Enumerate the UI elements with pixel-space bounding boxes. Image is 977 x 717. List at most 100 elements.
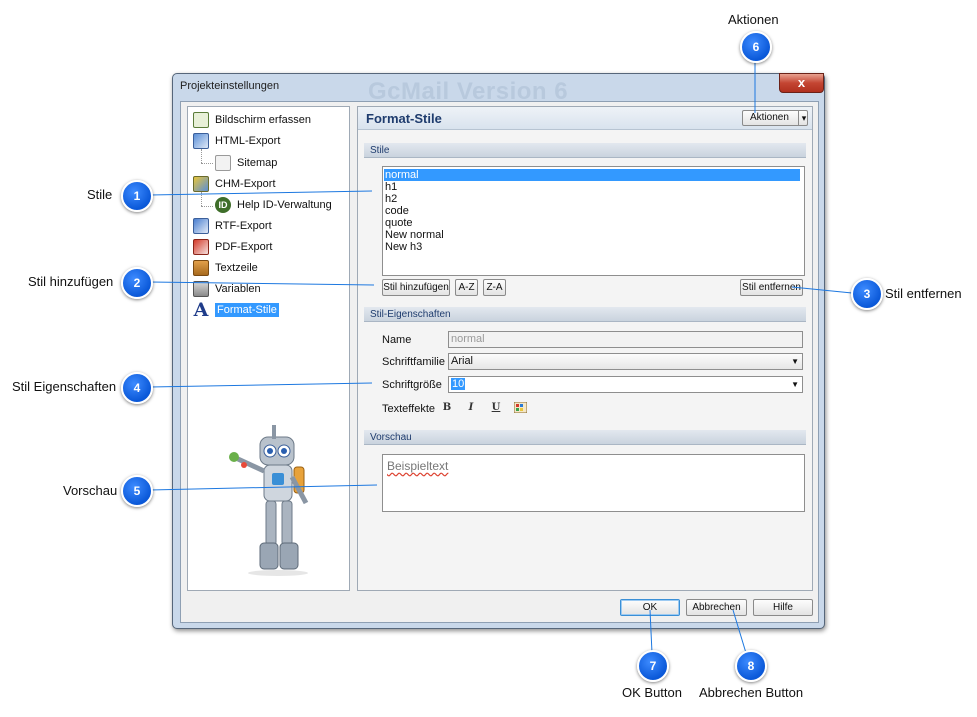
style-list-item[interactable]: New h3: [385, 241, 422, 253]
close-icon: x: [797, 75, 806, 90]
tree-item-label: Textzeile: [215, 262, 258, 274]
style-list-item[interactable]: h1: [385, 181, 397, 193]
remove-style-button[interactable]: Stil entfernen: [740, 279, 803, 296]
robot-mascot-image: [229, 425, 309, 576]
settings-tree: Bildschirm erfassen HTML-Export Sitemap …: [187, 106, 350, 591]
preview-box: Beispieltext: [382, 454, 805, 512]
dialog-title: Projekteinstellungen: [180, 80, 280, 92]
chevron-down-icon: ▾: [798, 111, 809, 125]
font-size-combobox[interactable]: 10 ▼: [448, 376, 803, 393]
actions-label: Aktionen: [750, 112, 789, 123]
close-button[interactable]: x: [779, 73, 824, 93]
tree-item-label: Variablen: [215, 283, 261, 295]
annotation-label-stile: Stile: [87, 187, 113, 202]
callout-3: 3: [851, 278, 883, 310]
rtf-export-icon: [193, 218, 209, 234]
annotation-label-vorschau: Vorschau: [63, 483, 118, 498]
text-effects-label: Texteffekte: [382, 403, 435, 415]
callout-2: 2: [121, 267, 153, 299]
chm-export-icon: [193, 176, 209, 192]
callout-8: 8: [735, 650, 767, 682]
actions-dropdown-button[interactable]: Aktionen ▾: [742, 110, 808, 126]
name-label: Name: [382, 334, 412, 346]
tree-item-label: HTML-Export: [215, 135, 281, 147]
tree-connector: [201, 192, 202, 206]
font-family-select[interactable]: Arial ▼: [448, 353, 803, 370]
textzeile-icon: [193, 260, 209, 276]
variablen-icon: [193, 281, 209, 297]
panel-title: Format-Stile: [366, 111, 442, 126]
sort-za-button[interactable]: Z-A: [483, 279, 506, 296]
preview-text: Beispieltext: [387, 459, 449, 473]
annotation-label-aktionen: Aktionen: [728, 12, 779, 27]
italic-icon[interactable]: I: [464, 401, 478, 415]
style-list-item[interactable]: h2: [385, 193, 397, 205]
help-button[interactable]: Hilfe: [753, 599, 813, 616]
style-list-item[interactable]: code: [385, 205, 409, 217]
help-id-icon: ID: [215, 197, 231, 213]
annotation-label-stil-eigenschaften: Stil Eigenschaften: [12, 379, 117, 394]
section-vorschau: Vorschau: [364, 430, 806, 445]
font-size-value: 10: [451, 378, 466, 390]
cancel-button[interactable]: Abbrechen: [686, 599, 747, 616]
underline-icon[interactable]: U: [489, 401, 503, 415]
tree-item-pdf-export[interactable]: PDF-Export: [193, 238, 272, 256]
annotation-label-stil-hinzufuegen: Stil hinzufügen: [28, 274, 114, 289]
annotation-label-stil-entfernen: Stil entfernen: [885, 286, 962, 301]
name-field: normal: [448, 331, 803, 348]
title-bar[interactable]: GcMail Version 6 Projekteinstellungen x: [173, 73, 824, 102]
sitemap-icon: [215, 155, 231, 171]
callout-6: 6: [740, 31, 772, 63]
annotation-label-ok-button: OK Button: [622, 685, 682, 700]
callout-4: 4: [121, 372, 153, 404]
callout-7: 7: [637, 650, 669, 682]
background-ghost-text: GcMail Version 6: [368, 78, 569, 102]
tree-item-label: Sitemap: [237, 157, 278, 169]
tree-item-label: Help ID-Verwaltung: [237, 199, 332, 211]
tree-item-chm-export[interactable]: CHM-Export: [193, 175, 276, 193]
tree-item-rtf-export[interactable]: RTF-Export: [193, 217, 272, 235]
tree-connector: [201, 163, 213, 164]
tree-item-label: Format-Stile: [215, 303, 279, 317]
callout-1: 1: [121, 180, 153, 212]
styles-listbox[interactable]: normal h1 h2 code quote New normal New h…: [382, 166, 805, 276]
tree-item-label: Bildschirm erfassen: [215, 114, 311, 126]
tree-item-label: CHM-Export: [215, 178, 276, 190]
tree-item-label: RTF-Export: [215, 220, 272, 232]
section-stil-eigenschaften: Stil-Eigenschaften: [364, 307, 806, 322]
annotation-label-abbrechen-button: Abbrechen Button: [699, 685, 804, 700]
tree-item-variablen[interactable]: Variablen: [193, 280, 261, 298]
style-list-item[interactable]: New normal: [385, 229, 444, 241]
capture-icon: [193, 112, 209, 128]
ok-button[interactable]: OK: [620, 599, 680, 616]
style-list-item[interactable]: normal: [384, 169, 800, 181]
font-family-label: Schriftfamilie: [382, 356, 445, 368]
html-export-icon: [193, 133, 209, 149]
panel-header: Format-Stile Aktionen ▾: [358, 107, 812, 130]
project-settings-dialog: GcMail Version 6 Projekteinstellungen x …: [172, 73, 825, 629]
bold-icon[interactable]: B: [440, 401, 454, 415]
format-stile-icon: A: [193, 299, 209, 321]
tree-connector: [201, 149, 202, 163]
tree-item-format-stile[interactable]: A Format-Stile: [193, 299, 279, 321]
tree-connector: [201, 206, 213, 207]
pdf-export-icon: [193, 239, 209, 255]
dropdown-arrow-icon: ▼: [791, 357, 799, 366]
add-style-button[interactable]: Stil hinzufügen: [382, 279, 450, 296]
tree-item-bildschirm-erfassen[interactable]: Bildschirm erfassen: [193, 111, 311, 129]
tree-item-html-export[interactable]: HTML-Export: [193, 132, 280, 150]
tree-item-textzeile[interactable]: Textzeile: [193, 259, 258, 277]
tree-item-sitemap[interactable]: Sitemap: [215, 154, 277, 172]
tree-item-label: PDF-Export: [215, 241, 273, 253]
callout-5: 5: [121, 475, 153, 507]
font-size-label: Schriftgröße: [382, 379, 442, 391]
color-palette-icon[interactable]: [513, 401, 527, 415]
section-stile: Stile: [364, 143, 806, 158]
format-stile-panel: Format-Stile Aktionen ▾ Stile normal h1 …: [357, 106, 813, 591]
font-family-value: Arial: [451, 355, 474, 367]
style-list-item[interactable]: quote: [385, 217, 413, 229]
sort-az-button[interactable]: A-Z: [455, 279, 478, 296]
dialog-client-area: Bildschirm erfassen HTML-Export Sitemap …: [180, 101, 819, 623]
tree-item-help-id-verwaltung[interactable]: ID Help ID-Verwaltung: [215, 196, 332, 214]
dropdown-arrow-icon: ▼: [791, 380, 799, 389]
